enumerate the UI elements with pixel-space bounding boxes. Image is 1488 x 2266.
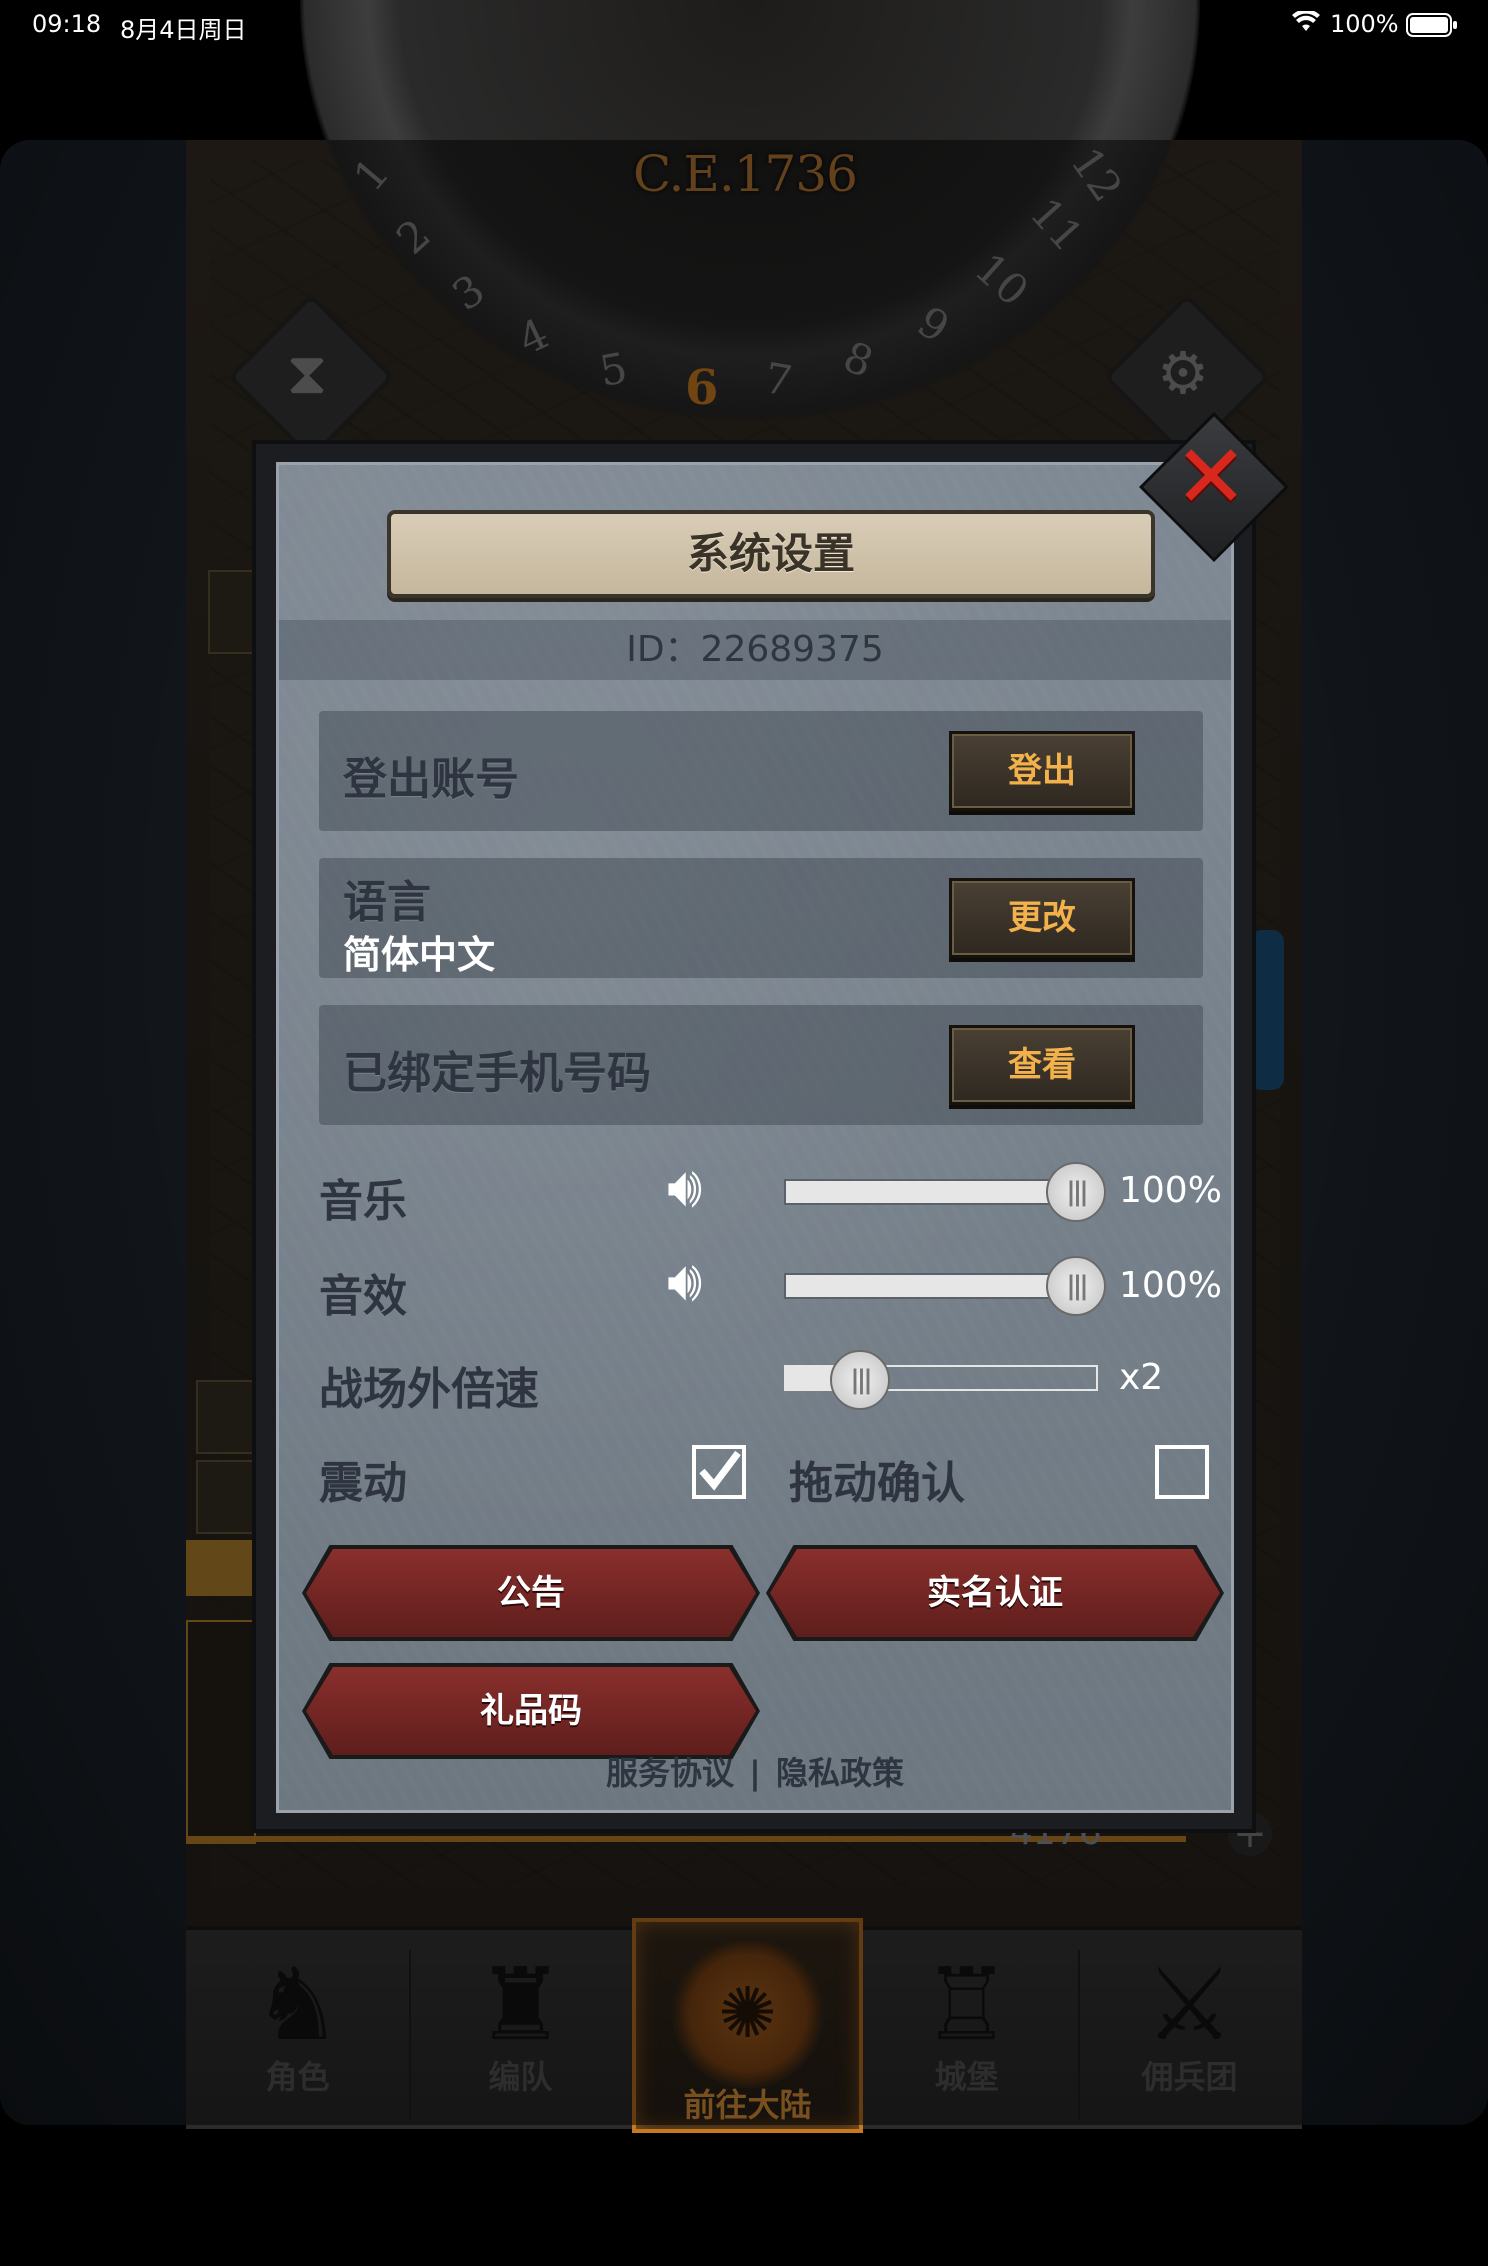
- battery-icon: [1406, 13, 1458, 41]
- announcement-button[interactable]: 公告: [306, 1549, 756, 1637]
- footer-links: 服务协议 | 隐私政策: [279, 1748, 1231, 1794]
- music-slider-knob[interactable]: |||: [1046, 1162, 1106, 1222]
- sfx-slider-knob[interactable]: |||: [1046, 1256, 1106, 1316]
- sfx-percent: 100%: [1119, 1265, 1222, 1306]
- player-id: ID：22689375: [279, 620, 1231, 680]
- drag-confirm-label: 拖动确认: [789, 1458, 965, 1509]
- settings-panel: 系统设置 ID：22689375 登出账号 登出 语言 简体中文 更改 已绑定手…: [276, 462, 1234, 1813]
- settings-dialog: 系统设置 ID：22689375 登出账号 登出 语言 简体中文 更改 已绑定手…: [252, 412, 1289, 1833]
- real-name-button[interactable]: 实名认证: [770, 1549, 1220, 1637]
- status-date: 8月4日周日: [120, 16, 247, 44]
- speed-value: x2: [1119, 1357, 1164, 1398]
- music-percent: 100%: [1119, 1170, 1222, 1211]
- checkmark-icon: [699, 1450, 741, 1491]
- privacy-link[interactable]: 隐私政策: [776, 1754, 904, 1792]
- language-value: 简体中文: [343, 933, 496, 977]
- language-label: 语言: [343, 877, 431, 928]
- footer-separator: |: [749, 1754, 761, 1792]
- vibration-checkbox[interactable]: [692, 1445, 746, 1499]
- speaker-icon[interactable]: 🔊︎: [667, 1155, 702, 1221]
- terms-link[interactable]: 服务协议: [606, 1754, 734, 1792]
- speed-slider-knob[interactable]: |||: [830, 1350, 890, 1410]
- change-language-button[interactable]: 更改: [949, 878, 1135, 958]
- wifi-icon: [1292, 9, 1320, 40]
- dialog-title: 系统设置: [387, 510, 1155, 598]
- music-label: 音乐: [319, 1176, 407, 1227]
- logout-row: 登出账号 登出: [319, 711, 1203, 831]
- close-icon[interactable]: ✕: [1166, 432, 1256, 522]
- battery-percent: 100%: [1330, 10, 1399, 38]
- view-phone-button[interactable]: 查看: [949, 1025, 1135, 1105]
- phone-label: 已绑定手机号码: [343, 1048, 651, 1099]
- logout-label: 登出账号: [343, 754, 519, 805]
- language-row: 语言 简体中文 更改: [319, 858, 1203, 978]
- phone-row: 已绑定手机号码 查看: [319, 1005, 1203, 1125]
- status-time: 09:18: [32, 10, 102, 38]
- speaker-icon[interactable]: 🔊︎: [667, 1249, 702, 1315]
- vibration-label: 震动: [319, 1458, 407, 1509]
- speed-label: 战场外倍速: [319, 1364, 539, 1415]
- logout-button[interactable]: 登出: [949, 731, 1135, 811]
- drag-confirm-checkbox[interactable]: [1155, 1445, 1209, 1499]
- sfx-label: 音效: [319, 1271, 407, 1322]
- gift-code-button[interactable]: 礼品码: [306, 1667, 756, 1755]
